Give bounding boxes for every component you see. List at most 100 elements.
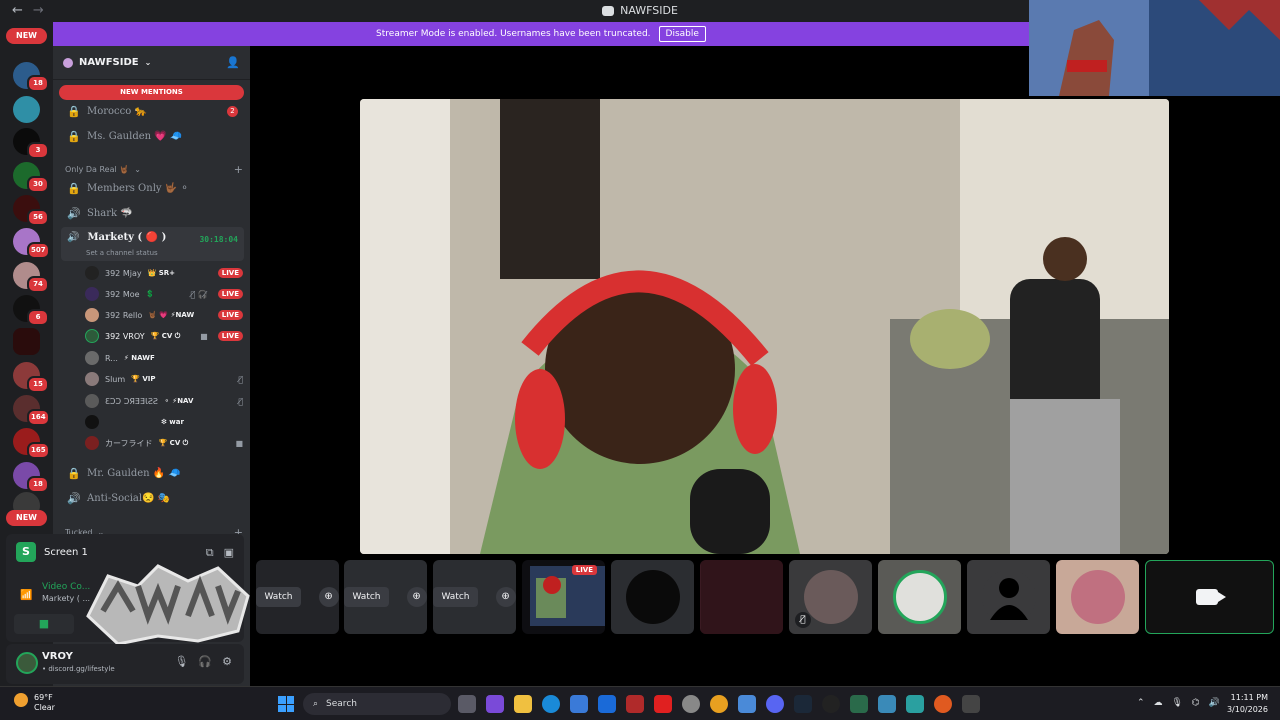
wifi-icon[interactable]: ⌬ — [1192, 698, 1200, 708]
edge-icon[interactable] — [542, 695, 560, 713]
capcut-icon[interactable] — [682, 695, 700, 713]
chevron-down-icon: ⌄ — [134, 165, 141, 174]
zoom-icon[interactable]: ⊕ — [406, 587, 427, 607]
voice-user[interactable]: 392 VROY 🏆 CV ⏻ ■ LIVE — [85, 326, 243, 346]
discord-icon[interactable] — [766, 695, 784, 713]
avatar — [85, 329, 99, 343]
store-icon[interactable] — [570, 695, 588, 713]
file-explorer-icon[interactable] — [514, 695, 532, 713]
channel-shark[interactable]: 🔊 Shark 🦈 — [61, 202, 244, 224]
app-icon[interactable] — [962, 695, 980, 713]
voice-user-name: Slum — [105, 374, 126, 384]
channel-ms-gaulden[interactable]: 🔒 Ms. Gaulden 💗 🧢 — [61, 125, 244, 147]
avatar[interactable] — [16, 652, 38, 674]
self-camera-tile[interactable] — [1145, 560, 1274, 634]
stream-tile[interactable]: Watch ⊕ — [433, 560, 516, 634]
signal-icon[interactable]: 📶 — [20, 590, 32, 601]
new-unread-pill-bottom[interactable]: NEW — [6, 510, 47, 526]
system-clock[interactable]: 11:11 PM 3/10/2026 — [1227, 692, 1268, 716]
voice-user[interactable]: カーフライド 🏆 CV ⏻ ■ — [85, 433, 243, 453]
steam-icon[interactable] — [794, 695, 812, 713]
xbox-icon[interactable] — [850, 695, 868, 713]
headphones-icon[interactable]: 🎧 — [198, 655, 212, 668]
participant-tile[interactable] — [1056, 560, 1139, 634]
microphone-icon[interactable]: 🎙 — [1171, 698, 1182, 708]
watch-button[interactable]: Watch — [344, 587, 389, 607]
chrome-icon[interactable] — [710, 695, 728, 713]
voice-user[interactable]: ❇ war — [85, 412, 243, 432]
youtube-icon[interactable] — [654, 695, 672, 713]
new-unread-pill-top[interactable]: NEW — [6, 28, 47, 44]
server-badge: 164 — [27, 409, 50, 426]
mention-badge: 2 — [227, 105, 238, 117]
stream-tile[interactable]: Watch ⊕ — [344, 560, 427, 634]
streamer-mode-text: Streamer Mode is enabled. Usernames have… — [376, 29, 651, 39]
acrobat-icon[interactable] — [626, 695, 644, 713]
channel-label: Anti-Social😒 🎭 — [87, 492, 171, 504]
gear-icon[interactable]: ⚙ — [222, 655, 232, 668]
photos-icon[interactable] — [738, 695, 756, 713]
channel-mr-gaulden[interactable]: 🔒 Mr. Gaulden 🔥 🧢 — [61, 462, 244, 484]
stream-tile[interactable]: Watch ⊕ — [256, 560, 339, 634]
focused-video-stream[interactable] — [360, 99, 1169, 554]
voice-user-name: 392 Moe — [105, 289, 140, 299]
participant-tile[interactable] — [878, 560, 961, 634]
windows-start-icon[interactable] — [278, 696, 294, 712]
voice-user[interactable]: 392 Moe 💲 🎙̸ 🎧̸ LIVE — [85, 284, 243, 304]
participant-tile[interactable] — [611, 560, 694, 634]
onedrive-icon[interactable]: ☁ — [1153, 698, 1162, 708]
invite-people-icon[interactable]: 👤 — [226, 56, 240, 69]
server-header[interactable]: NAWFSIDE ⌄ 👤 — [53, 46, 250, 80]
fwaw-sticker-overlay — [78, 556, 258, 648]
chevron-up-icon[interactable]: ⌃ — [1137, 698, 1145, 708]
chevron-down-icon: ⌄ — [144, 58, 152, 67]
voice-channel-markety[interactable]: 🔊 Markety ( 🔴 ) 30:18:04 Set a channel s… — [61, 227, 244, 261]
lock-icon: 🔒 — [67, 129, 81, 143]
basketball-icon[interactable] — [934, 695, 952, 713]
app-icon[interactable] — [906, 695, 924, 713]
channel-morocco[interactable]: 🔒 Morocco 🐆 2 — [61, 100, 244, 122]
copilot-icon[interactable] — [486, 695, 504, 713]
task-view-icon[interactable] — [458, 695, 476, 713]
microphone-icon[interactable]: 🎙 — [174, 655, 188, 668]
camera-icon: ■ — [235, 438, 243, 448]
voice-user[interactable]: ƐƆƆ ƆЯƎƎƖƧƧ ⚬ ⚡NAV 🎙̸ — [85, 391, 243, 411]
server-icon[interactable] — [13, 328, 40, 355]
new-mentions-pill[interactable]: NEW MENTIONS — [59, 85, 244, 100]
picture-in-picture-stream[interactable] — [1029, 0, 1280, 96]
weather-widget[interactable]: 69°F Clear — [14, 693, 55, 713]
channel-anti-social[interactable]: 🔊 Anti-Social😒 🎭 — [61, 487, 244, 509]
streamer-mode-banner: Streamer Mode is enabled. Usernames have… — [53, 22, 1029, 46]
voice-user[interactable]: R... ⚡ NAWF — [85, 348, 243, 368]
participant-tile[interactable] — [700, 560, 783, 634]
voice-user-name: 392 Rello — [105, 310, 143, 320]
participant-tile[interactable] — [967, 560, 1050, 634]
server-badge: 74 — [27, 276, 49, 293]
voice-user[interactable]: 392 Mjay 👑 SR+ LIVE — [85, 263, 243, 283]
outlook-icon[interactable] — [598, 695, 616, 713]
zoom-icon[interactable]: ⊕ — [495, 587, 516, 607]
taskbar-search[interactable]: ⌕ Search — [303, 693, 451, 715]
disable-streamer-mode-button[interactable]: Disable — [658, 26, 706, 42]
channel-members-only[interactable]: 🔒 Members Only 🤟🏾 ⚬ — [61, 177, 244, 199]
voice-user-name: 392 Mjay — [105, 268, 142, 278]
user-name[interactable]: VROY — [42, 651, 73, 662]
voice-user-tag: 👑 SR+ — [147, 269, 176, 277]
add-channel-icon[interactable]: + — [234, 163, 243, 176]
participant-tile[interactable]: 🎙̸ — [789, 560, 872, 634]
watch-button[interactable]: Watch — [433, 587, 478, 607]
category-label: Only Da Real 🤘🏾 — [65, 165, 130, 174]
obs-icon[interactable] — [822, 695, 840, 713]
camera-toggle-button[interactable]: ■ — [14, 614, 74, 634]
system-tray: ⌃ ☁ 🎙 ⌬ 🔊 — [1137, 698, 1220, 708]
volume-icon[interactable]: 🔊 — [1209, 698, 1220, 708]
live-stream-tile[interactable]: LIVE — [522, 560, 605, 634]
watch-button[interactable]: Watch — [256, 587, 301, 607]
server-icon[interactable] — [13, 96, 40, 123]
channel-status[interactable]: Set a channel status — [86, 249, 158, 257]
category-only-da-real[interactable]: Only Da Real 🤘🏾 ⌄ + — [65, 163, 243, 176]
voice-user[interactable]: Slum 🏆 VIP 🎙̸ — [85, 369, 243, 389]
voice-user[interactable]: 392 Rello 🤘🏾 💗 ⚡NAW LIVE — [85, 305, 243, 325]
app-icon[interactable] — [878, 695, 896, 713]
zoom-icon[interactable]: ⊕ — [318, 587, 339, 607]
